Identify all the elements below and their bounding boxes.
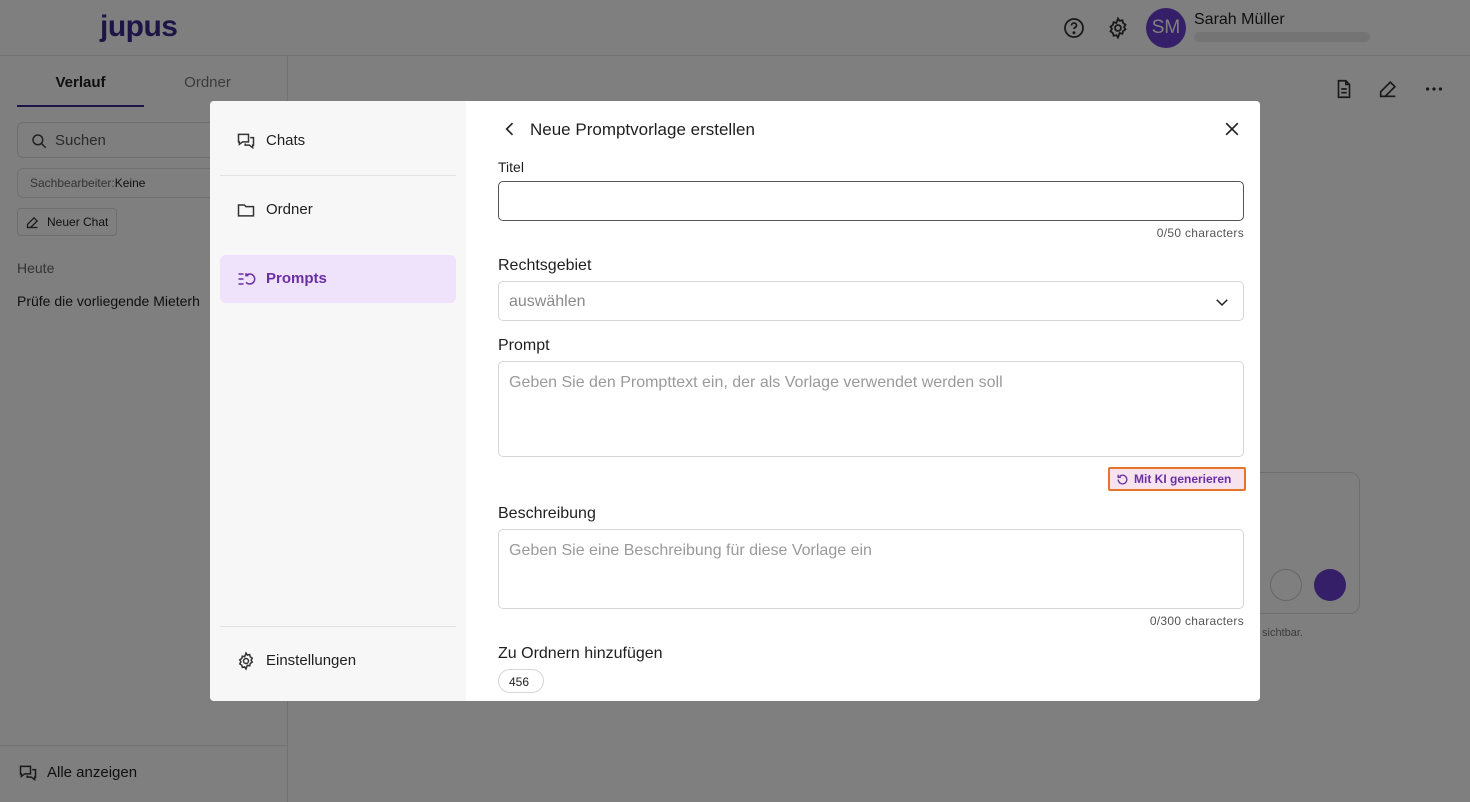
dialog-sidebar: Chats Ordner Prompts Einstellungen [210, 101, 466, 701]
dialog-nav-label: Prompts [266, 270, 327, 287]
refresh-icon [1117, 474, 1128, 485]
dialog-nav-prompts[interactable]: Prompts [220, 255, 456, 303]
divider [220, 626, 456, 627]
dialog-nav-label: Ordner [266, 201, 313, 218]
dialog-nav-ordner[interactable]: Ordner [220, 186, 456, 234]
title-label: Titel [498, 159, 524, 175]
description-char-count: 0/300 characters [1149, 614, 1244, 628]
chevron-down-icon [1216, 299, 1228, 307]
dialog-content: Neue Promptvorlage erstellen Titel 0/50 … [466, 101, 1260, 701]
description-textarea[interactable] [498, 529, 1244, 609]
prompts-icon [238, 273, 256, 285]
title-input[interactable] [498, 181, 1244, 221]
prompt-textarea[interactable] [498, 361, 1244, 457]
chat-bubbles-icon [237, 133, 255, 150]
prompt-template-dialog: Chats Ordner Prompts Einstellungen Neue … [210, 101, 1260, 701]
folder-icon [237, 204, 255, 217]
legal-area-placeholder: auswählen [509, 293, 586, 310]
dialog-nav-label: Chats [266, 132, 306, 149]
generate-with-ai-label: Mit KI generieren [1134, 472, 1232, 486]
gear-icon [238, 651, 254, 671]
divider [220, 175, 456, 176]
prompt-label: Prompt [498, 337, 550, 354]
folder-chip[interactable]: 456 [498, 669, 544, 693]
legal-area-select[interactable]: auswählen [498, 281, 1244, 321]
generate-with-ai-button[interactable]: Mit KI generieren [1108, 467, 1246, 491]
title-char-count: 0/50 characters [1156, 226, 1244, 240]
close-icon[interactable] [1222, 119, 1242, 139]
dialog-nav-chats[interactable]: Chats [220, 117, 456, 165]
folders-label: Zu Ordnern hinzufügen [498, 645, 663, 662]
legal-area-label: Rechtsgebiet [498, 257, 592, 274]
chevron-left-icon[interactable] [500, 119, 520, 139]
description-label: Beschreibung [498, 505, 596, 522]
dialog-title: Neue Promptvorlage erstellen [530, 120, 755, 139]
dialog-nav-label: Einstellungen [266, 652, 357, 669]
dialog-nav-settings[interactable]: Einstellungen [220, 637, 456, 685]
